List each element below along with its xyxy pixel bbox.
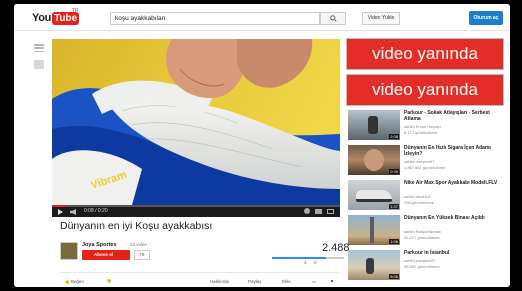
list-item[interactable]: 5:06 Parkour in İstanbul sahibi joshparb… bbox=[348, 250, 504, 284]
region-label: TR bbox=[72, 8, 79, 14]
view-count: 2.488 bbox=[322, 242, 350, 254]
ad-banner-2[interactable]: video yanında bbox=[346, 74, 504, 106]
search-button[interactable] bbox=[320, 12, 346, 25]
video-uploader: sahibi Ercan Hoşcan bbox=[404, 124, 441, 129]
video-views: 708 görüntüleme bbox=[404, 200, 435, 205]
list-item[interactable]: 1:06 Dünyanın En Yüksek Binası Açıldı sa… bbox=[348, 215, 504, 249]
thumbs-down-icon: 👎 bbox=[106, 279, 112, 284]
video-duration: 5:06 bbox=[389, 274, 399, 279]
video-uploader: sahibi meryem97 bbox=[404, 159, 435, 164]
video-frame: Vibram bbox=[52, 39, 340, 205]
video-uploader: sahibi joshparb22 bbox=[404, 258, 436, 263]
video-duration: 1:37 bbox=[389, 204, 399, 209]
fullscreen-icon[interactable] bbox=[327, 208, 334, 214]
like-ratio-fill bbox=[272, 257, 326, 259]
video-views: 1.887.661 görüntüleme bbox=[404, 165, 446, 170]
like-label: Beğen bbox=[70, 279, 84, 284]
video-uploader: sahibi abcd101 bbox=[404, 194, 431, 199]
stats-icon[interactable]: ▭ bbox=[312, 279, 316, 285]
action-bar: 👍 Beğen 👎 Hakkında Paylaş Ekle ▭ ⚑ bbox=[60, 272, 340, 286]
like-count: 3 bbox=[304, 260, 307, 265]
size-icon[interactable] bbox=[315, 208, 322, 214]
video-views: 6.172 görüntüleme bbox=[404, 130, 438, 135]
channel-avatar[interactable] bbox=[60, 242, 78, 260]
progress-fill bbox=[52, 205, 67, 207]
flag-icon[interactable]: ⚑ bbox=[330, 279, 334, 285]
list-item[interactable]: 0:39 Dünyanın En Hızlı Sigara İçen Adamı… bbox=[348, 145, 504, 179]
masthead: You Tube TR koşu ayakkabıları Video Yükle… bbox=[14, 4, 510, 31]
video-thumbnail: 5:06 bbox=[348, 250, 400, 280]
logo-you-text: You bbox=[32, 12, 52, 24]
video-link-title: Parkour - Sokak Atlayışları - Serbest At… bbox=[404, 110, 490, 122]
subscriber-count: 78 bbox=[134, 250, 150, 260]
channel-name[interactable]: Joya Sportes bbox=[82, 242, 117, 248]
volume-icon[interactable] bbox=[70, 209, 76, 215]
dislike-button[interactable]: 👎 bbox=[106, 279, 112, 285]
video-thumbnail: 1:06 bbox=[348, 215, 400, 245]
tab-about[interactable]: Hakkında bbox=[210, 279, 229, 284]
play-icon[interactable] bbox=[58, 209, 63, 215]
video-uploader: sahibi RadyoHandan bbox=[404, 229, 442, 234]
video-views: 42.017 görüntüleme bbox=[404, 235, 440, 240]
video-link-title: Dünyanın En Yüksek Binası Açıldı bbox=[404, 215, 485, 221]
time-display: 0:08 / 0:20 bbox=[84, 208, 108, 214]
upload-button[interactable]: Video Yükle bbox=[362, 12, 400, 25]
like-dislike-counts: 3 0 bbox=[304, 260, 317, 265]
video-views: 26.587 görüntüleme bbox=[404, 264, 440, 269]
video-duration: 0:39 bbox=[389, 169, 399, 174]
player-controls: 0:08 / 0:20 bbox=[52, 205, 340, 217]
video-thumbnail: 2:08 bbox=[348, 110, 400, 140]
browser-page: You Tube TR koşu ayakkabıları Video Yükle… bbox=[14, 4, 510, 287]
video-link-title: Nike Air Max Spor Ayakkabı Modeli.FLV bbox=[404, 180, 498, 186]
subscribe-button[interactable]: Abone ol bbox=[82, 250, 130, 260]
progress-bar[interactable] bbox=[52, 205, 340, 207]
video-title: Dünyanın en iyi Koşu ayakkabısı bbox=[60, 220, 213, 232]
video-player[interactable]: Vibram 0:08 / 0:20 bbox=[52, 39, 340, 217]
dislike-count: 0 bbox=[314, 260, 317, 265]
thumbs-up-icon: 👍 bbox=[64, 279, 70, 284]
channel-video-count: 22 video bbox=[130, 242, 148, 247]
video-thumbnail: 0:39 bbox=[348, 145, 400, 175]
list-item[interactable]: 1:37 Nike Air Max Spor Ayakkabı Modeli.F… bbox=[348, 180, 504, 214]
video-duration: 1:06 bbox=[389, 239, 399, 244]
list-item[interactable]: 2:08 Parkour - Sokak Atlayışları - Serbe… bbox=[348, 110, 504, 144]
video-thumbnail: 1:37 bbox=[348, 180, 400, 210]
video-link-title: Dünyanın En Hızlı Sigara İçen Adamı İzle… bbox=[404, 145, 491, 157]
ad-banner-1[interactable]: video yanında bbox=[346, 38, 504, 70]
player-right-controls bbox=[304, 208, 334, 214]
tab-share[interactable]: Paylaş bbox=[248, 279, 262, 284]
search-input[interactable]: koşu ayakkabıları bbox=[110, 12, 320, 25]
channel-bar: Joya Sportes 22 video Abone ol 78 2.488 … bbox=[60, 242, 350, 265]
settings-icon[interactable] bbox=[304, 208, 310, 214]
signin-button[interactable]: Oturum aç bbox=[469, 11, 503, 25]
guide-menu-icon[interactable] bbox=[34, 44, 44, 52]
like-button[interactable]: 👍 Beğen bbox=[64, 279, 84, 285]
search-icon bbox=[329, 15, 337, 22]
guide-item-icon[interactable] bbox=[34, 60, 44, 69]
tab-add[interactable]: Ekle bbox=[282, 279, 291, 284]
video-duration: 2:08 bbox=[389, 134, 399, 139]
subscribe-label: Abone ol bbox=[94, 252, 114, 257]
like-ratio-bar bbox=[272, 257, 344, 259]
video-link-title: Parkour in İstanbul bbox=[404, 250, 450, 256]
